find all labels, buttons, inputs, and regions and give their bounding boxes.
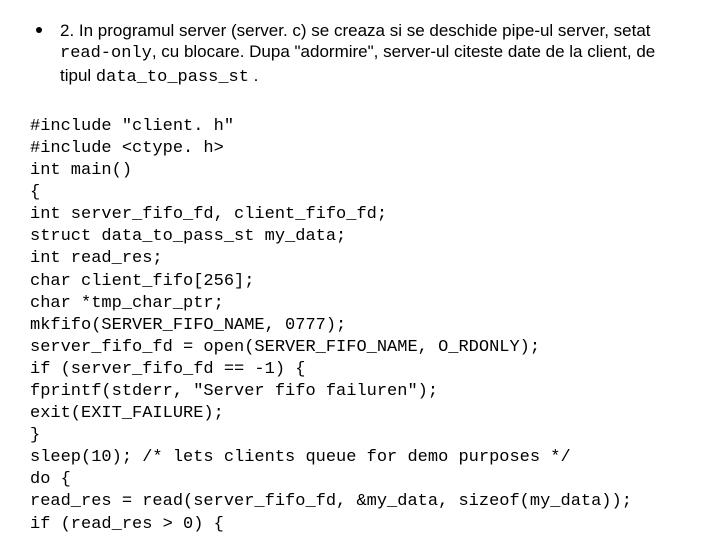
code-line: struct data_to_pass_st my_data; xyxy=(30,227,346,246)
code-line: if (read_res > 0) { xyxy=(30,515,224,534)
code-line: fprintf(stderr, "Server fifo failuren"); xyxy=(30,382,438,401)
code-line: int read_res; xyxy=(30,249,163,268)
bullet-dot xyxy=(36,27,42,33)
code-line: sleep(10); /* lets clients queue for dem… xyxy=(30,448,571,467)
code-line: if (server_fifo_fd == -1) { xyxy=(30,360,305,379)
code-line: do { xyxy=(30,470,71,489)
code-line: exit(EXIT_FAILURE); xyxy=(30,404,224,423)
code-line: mkfifo(SERVER_FIFO_NAME, 0777); xyxy=(30,316,346,335)
code-line: char *tmp_char_ptr; xyxy=(30,294,224,313)
intro-mono1: read-only xyxy=(60,44,152,63)
code-line: int server_fifo_fd, client_fifo_fd; xyxy=(30,205,387,224)
code-line: int main() xyxy=(30,161,132,180)
intro-part3: . xyxy=(249,66,258,85)
code-line: { xyxy=(30,183,40,202)
code-line: #include "client. h" xyxy=(30,117,234,136)
code-block: #include "client. h" #include <ctype. h>… xyxy=(30,94,690,536)
intro-bullet-row: 2. In programul server (server. c) se cr… xyxy=(30,20,690,88)
intro-mono2: data_to_pass_st xyxy=(96,68,249,87)
code-line: char client_fifo[256]; xyxy=(30,272,254,291)
intro-part1: 2. In programul server (server. c) se cr… xyxy=(60,21,651,40)
code-line: server_fifo_fd = open(SERVER_FIFO_NAME, … xyxy=(30,338,540,357)
intro-text: 2. In programul server (server. c) se cr… xyxy=(60,20,690,88)
code-line: read_res = read(server_fifo_fd, &my_data… xyxy=(30,492,632,511)
code-line: #include <ctype. h> xyxy=(30,139,224,158)
code-line: } xyxy=(30,426,40,445)
